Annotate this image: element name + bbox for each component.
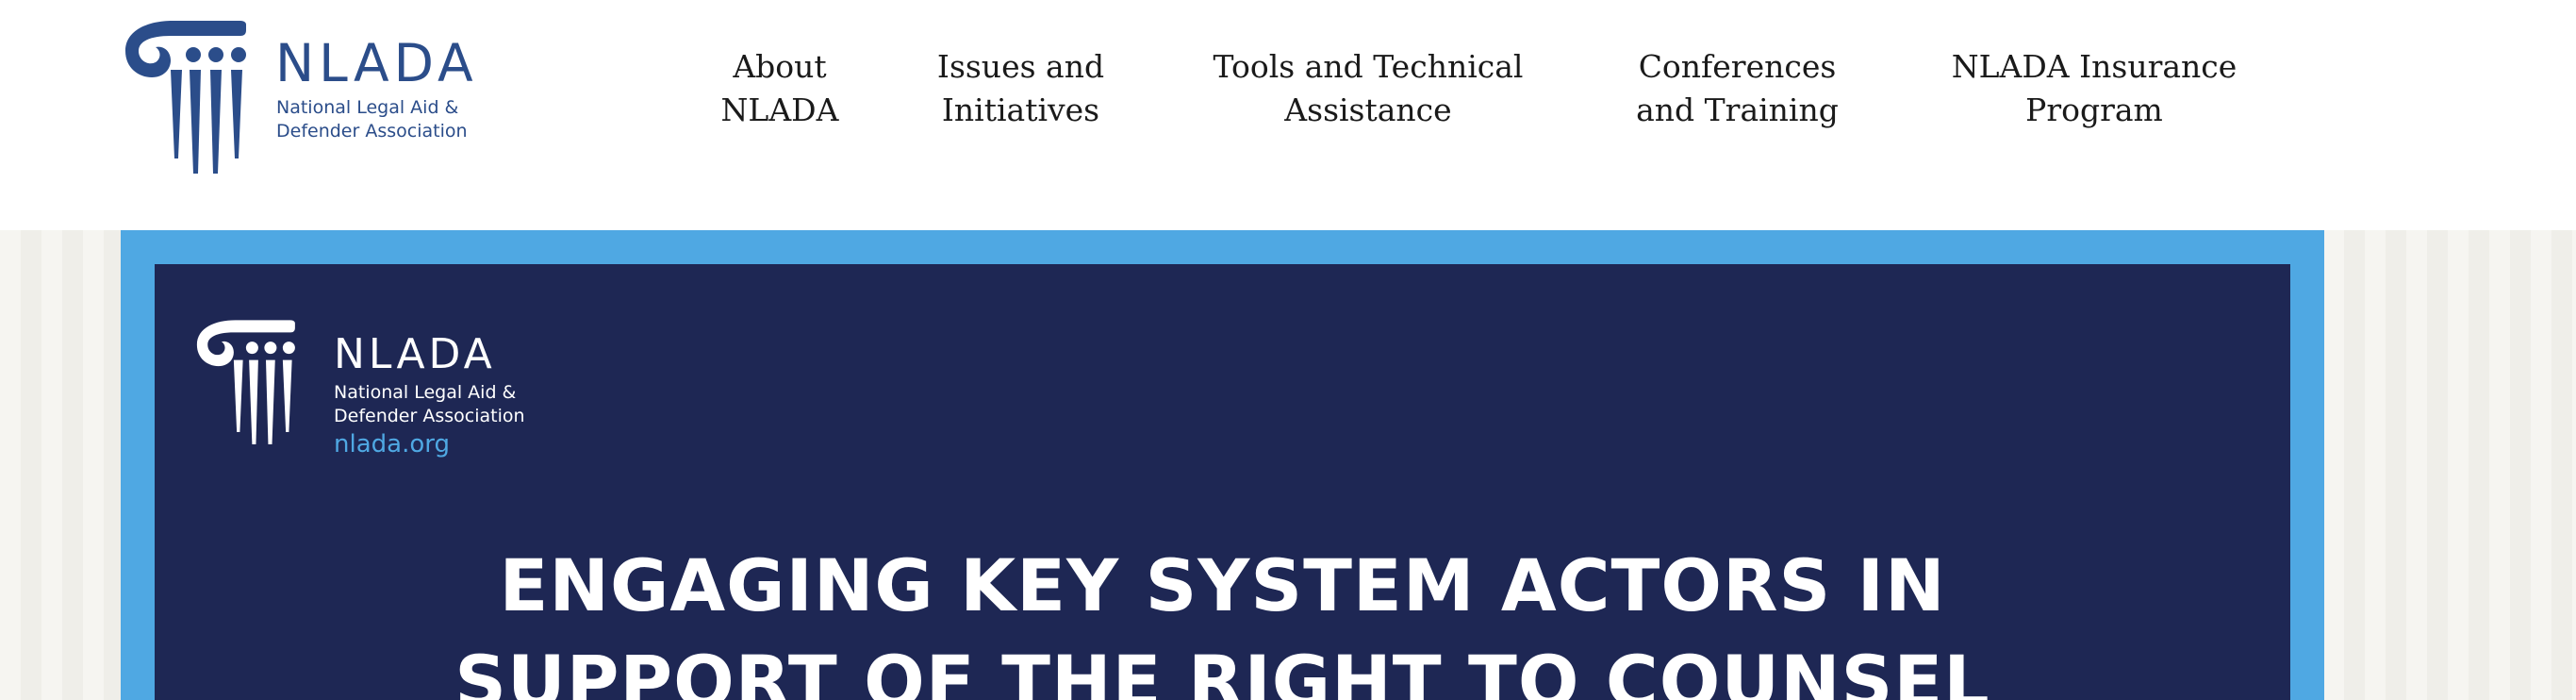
banner-url: nlada.org xyxy=(334,430,450,458)
nav-item-label-line1: Tools and Technical xyxy=(1213,48,1524,85)
nav-item-label-line2: Program xyxy=(2025,92,2163,128)
banner-tagline-line1: National Legal Aid & xyxy=(334,382,517,403)
nav-item-label-line2: Assistance xyxy=(1284,92,1452,128)
nav-item-label-line1: Issues and xyxy=(936,48,1105,85)
nav-item-label-line2: NLADA xyxy=(720,92,839,128)
hero-banner: NLADA National Legal Aid & Defender Asso… xyxy=(155,264,2290,700)
nav-item-label-line1: Conferences xyxy=(1638,48,1837,85)
banner-heading-line1: ENGAGING KEY SYSTEM ACTORS IN xyxy=(499,543,1946,627)
banner-heading: ENGAGING KEY SYSTEM ACTORS IN SUPPORT OF… xyxy=(155,538,2290,700)
nav-item-about-nlada[interactable]: About NLADA xyxy=(690,45,869,132)
nav-item-conferences-and-training[interactable]: Conferences and Training xyxy=(1622,45,1853,132)
banner-heading-line2: SUPPORT OF THE RIGHT TO COUNSEL xyxy=(454,640,1990,700)
nav-item-label-line1: NLADA Insurance xyxy=(1951,48,2237,85)
nav-item-issues-and-initiatives[interactable]: Issues and Initiatives xyxy=(919,45,1122,132)
nav-item-label-line1: About xyxy=(733,48,827,85)
banner-wordmark: NLADA xyxy=(334,330,496,378)
nav-item-nlada-insurance-program[interactable]: NLADA Insurance Program xyxy=(1942,45,2246,132)
nav-item-label-line2: Initiatives xyxy=(941,92,1100,128)
ionic-column-icon xyxy=(196,320,295,444)
banner-tagline: National Legal Aid & Defender Associatio… xyxy=(334,381,560,428)
banner-tagline-line2: Defender Association xyxy=(334,406,525,426)
main-nav: About NLADA Issues and Initiatives Tools… xyxy=(0,45,2576,140)
site-header: NLADA National Legal Aid & Defender Asso… xyxy=(0,0,2576,230)
nav-item-label-line2: and Training xyxy=(1636,92,1839,128)
nav-item-tools-and-technical-assistance[interactable]: Tools and Technical Assistance xyxy=(1202,45,1534,132)
